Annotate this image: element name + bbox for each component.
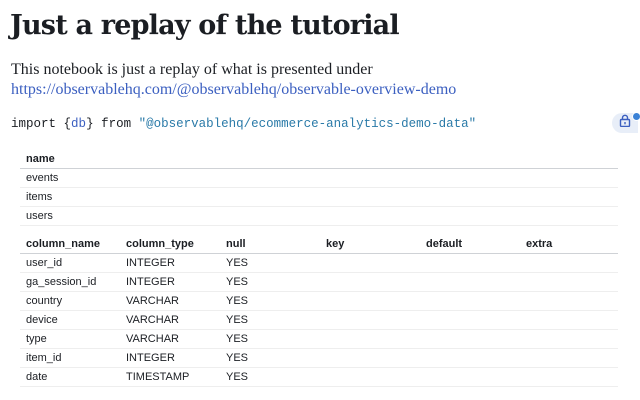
table-cell: device xyxy=(20,310,120,330)
table-cell: YES xyxy=(220,253,320,273)
table-cell: date xyxy=(20,367,120,387)
table-cell xyxy=(420,348,520,368)
table-cell: YES xyxy=(220,367,320,387)
column-header: null xyxy=(220,235,320,254)
code-variable: db xyxy=(71,117,87,131)
table-cell: VARCHAR xyxy=(120,329,220,349)
code-brace-close: } xyxy=(86,117,94,131)
column-header-name: name xyxy=(20,150,618,169)
table-cell xyxy=(420,329,520,349)
page-title: Just a replay of the tutorial xyxy=(10,10,400,41)
table-row: country VARCHAR YES xyxy=(20,291,618,311)
column-header: column_type xyxy=(120,235,220,254)
table-cell xyxy=(520,348,618,368)
table-cell: YES xyxy=(220,348,320,368)
table-header-row: column_name column_type null key default… xyxy=(20,235,618,254)
table-cell xyxy=(520,253,618,273)
table-row: user_id INTEGER YES xyxy=(20,253,618,273)
table-cell: type xyxy=(20,329,120,349)
table-cell: user_id xyxy=(20,253,120,273)
table-cell xyxy=(420,272,520,292)
table-cell: INTEGER xyxy=(120,272,220,292)
table-cell: YES xyxy=(220,329,320,349)
lock-icon xyxy=(619,114,631,132)
table-cell: INTEGER xyxy=(120,348,220,368)
code-keyword-import: import xyxy=(11,117,57,131)
table-cell xyxy=(320,291,420,311)
table-cell xyxy=(520,272,618,292)
table-cell: VARCHAR xyxy=(120,291,220,311)
table-cell xyxy=(320,329,420,349)
table-row: items xyxy=(20,187,618,207)
table-row: users xyxy=(20,206,618,226)
column-header: extra xyxy=(520,235,618,254)
table-cell xyxy=(420,310,520,330)
table-cell: YES xyxy=(220,272,320,292)
table-cell xyxy=(520,310,618,330)
table-cell xyxy=(320,348,420,368)
columns-table: column_name column_type null key default… xyxy=(20,235,618,387)
table-cell: INTEGER xyxy=(120,253,220,273)
table-cell xyxy=(320,310,420,330)
table-row: type VARCHAR YES xyxy=(20,329,618,349)
table-cell: TIMESTAMP xyxy=(120,367,220,387)
table-cell xyxy=(320,272,420,292)
table-cell: events xyxy=(20,168,618,188)
code-brace-open: { xyxy=(63,117,72,131)
table-cell xyxy=(520,329,618,349)
code-keyword-from: from xyxy=(101,117,132,131)
import-code-cell[interactable]: import {db} from "@observablehq/ecommerc… xyxy=(11,116,476,132)
table-cell xyxy=(520,291,618,311)
table-cell xyxy=(320,367,420,387)
table-cell: YES xyxy=(220,310,320,330)
column-header: column_name xyxy=(20,235,120,254)
table-cell xyxy=(320,253,420,273)
tables-table: name events items users xyxy=(20,150,618,226)
column-header: default xyxy=(420,235,520,254)
table-row: events xyxy=(20,168,618,188)
table-cell: YES xyxy=(220,291,320,311)
code-source-string: "@observablehq/ecommerce-analytics-demo-… xyxy=(138,117,477,131)
table-cell xyxy=(520,367,618,387)
table-header-row: name xyxy=(20,150,618,169)
table-cell: country xyxy=(20,291,120,311)
column-header: key xyxy=(320,235,420,254)
table-row: date TIMESTAMP YES xyxy=(20,367,618,387)
table-cell xyxy=(420,253,520,273)
table-cell xyxy=(420,291,520,311)
table-row: item_id INTEGER YES xyxy=(20,348,618,368)
table-row: ga_session_id INTEGER YES xyxy=(20,272,618,292)
table-cell: item_id xyxy=(20,348,120,368)
tutorial-link[interactable]: https://observablehq.com/@observablehq/o… xyxy=(11,79,456,100)
table-cell: items xyxy=(20,187,618,207)
table-cell xyxy=(420,367,520,387)
table-cell: VARCHAR xyxy=(120,310,220,330)
intro-text: This notebook is just a replay of what i… xyxy=(11,61,373,78)
table-cell: users xyxy=(20,206,618,226)
table-row: device VARCHAR YES xyxy=(20,310,618,330)
status-dot xyxy=(632,112,640,121)
table-cell: ga_session_id xyxy=(20,272,120,292)
